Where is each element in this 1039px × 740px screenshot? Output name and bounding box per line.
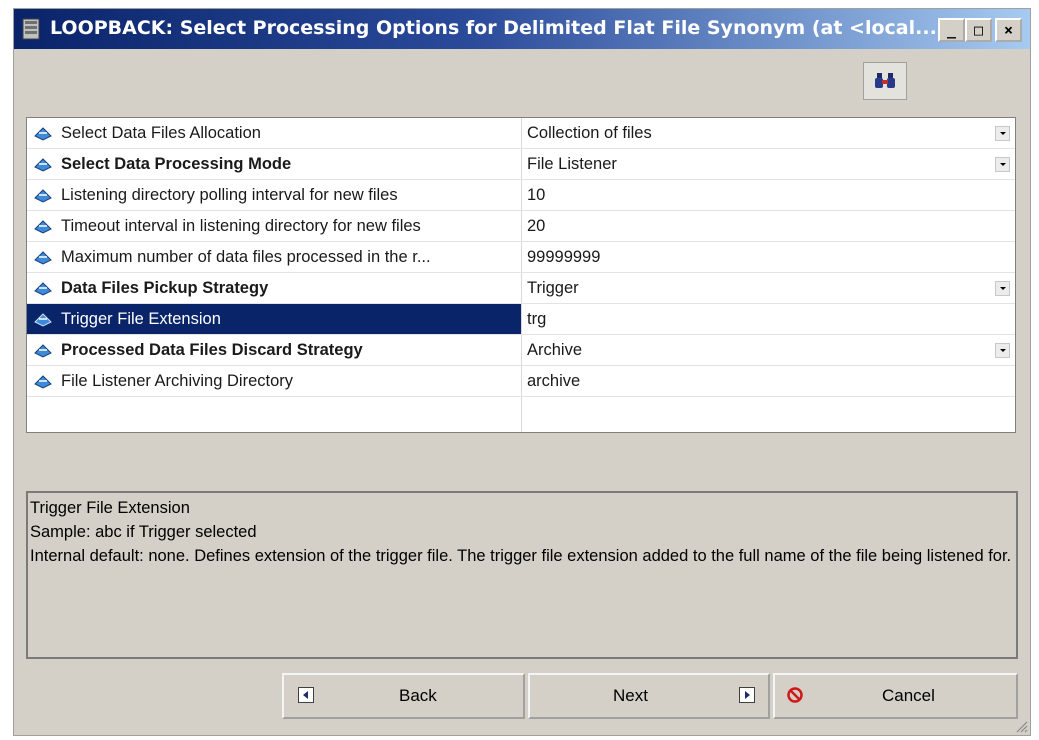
property-icon: [34, 344, 52, 358]
property-name-cell[interactable]: Timeout interval in listening directory …: [27, 211, 522, 241]
back-arrow-icon: [298, 687, 314, 703]
property-label: Select Data Files Allocation: [61, 124, 261, 142]
cancel-label: Cancel: [882, 686, 935, 705]
property-value[interactable]: 99999999: [527, 242, 993, 272]
property-label: File Listener Archiving Directory: [61, 372, 293, 390]
description-sample: Sample: abc if Trigger selected: [30, 523, 257, 541]
dropdown-arrow-icon[interactable]: [995, 157, 1010, 172]
property-icon: [34, 158, 52, 172]
property-name-cell[interactable]: Select Data Processing Mode: [27, 149, 522, 179]
dialog-window: LOOPBACK: Select Processing Options for …: [13, 8, 1031, 736]
property-icon: [34, 220, 52, 234]
property-row[interactable]: Timeout interval in listening directory …: [27, 211, 1015, 242]
property-label: Processed Data Files Discard Strategy: [61, 341, 363, 359]
property-row[interactable]: Processed Data Files Discard Strategy Ar…: [27, 335, 1015, 366]
close-button[interactable]: ×: [995, 18, 1022, 42]
property-value[interactable]: File Listener: [527, 149, 993, 179]
minimize-button[interactable]: _: [938, 18, 965, 42]
back-label: Back: [399, 686, 437, 705]
property-value[interactable]: 10: [527, 180, 993, 210]
property-label: Trigger File Extension: [61, 310, 221, 328]
window-title: LOOPBACK: Select Processing Options for …: [50, 17, 937, 39]
property-label: Listening directory polling interval for…: [61, 186, 398, 204]
property-value[interactable]: archive: [527, 366, 993, 396]
next-label: Next: [613, 686, 648, 705]
back-button[interactable]: Back: [282, 673, 525, 719]
property-label: Timeout interval in listening directory …: [61, 217, 421, 235]
property-icon: [34, 282, 52, 296]
property-row[interactable]: Select Data Processing Mode File Listene…: [27, 149, 1015, 180]
binoculars-icon: [875, 73, 895, 88]
property-name-cell[interactable]: Maximum number of data files processed i…: [27, 242, 522, 272]
property-row[interactable]: Listening directory polling interval for…: [27, 180, 1015, 211]
cancel-button[interactable]: Cancel: [773, 673, 1018, 719]
property-icon: [34, 251, 52, 265]
property-name-cell[interactable]: Data Files Pickup Strategy: [27, 273, 522, 303]
property-value[interactable]: Collection of files: [527, 118, 993, 148]
property-name-cell[interactable]: Listening directory polling interval for…: [27, 180, 522, 210]
description-panel: Trigger File Extension Sample: abc if Tr…: [26, 491, 1018, 659]
find-button[interactable]: [863, 62, 907, 100]
cancel-icon: [787, 687, 803, 703]
property-row[interactable]: Maximum number of data files processed i…: [27, 242, 1015, 273]
property-value[interactable]: Archive: [527, 335, 993, 365]
property-icon: [34, 313, 52, 327]
properties-grid: Select Data Files Allocation Collection …: [26, 117, 1016, 433]
property-icon: [34, 375, 52, 389]
database-icon: [22, 18, 40, 40]
property-label: Select Data Processing Mode: [61, 155, 292, 173]
dropdown-arrow-icon[interactable]: [995, 281, 1010, 296]
property-row-selected[interactable]: Trigger File Extension trg: [27, 304, 1015, 335]
property-value[interactable]: 20: [527, 211, 993, 241]
property-name-cell[interactable]: File Listener Archiving Directory: [27, 366, 522, 396]
empty-row: [27, 397, 1015, 432]
property-name-cell[interactable]: Select Data Files Allocation: [27, 118, 522, 148]
property-row[interactable]: Data Files Pickup Strategy Trigger: [27, 273, 1015, 304]
property-icon: [34, 127, 52, 141]
next-button[interactable]: Next: [528, 673, 770, 719]
property-row[interactable]: File Listener Archiving Directory archiv…: [27, 366, 1015, 397]
property-name-cell[interactable]: Trigger File Extension: [27, 304, 522, 334]
property-name-cell[interactable]: Processed Data Files Discard Strategy: [27, 335, 522, 365]
dropdown-arrow-icon[interactable]: [995, 126, 1010, 141]
resize-grip-icon[interactable]: [1012, 717, 1028, 733]
property-row[interactable]: Select Data Files Allocation Collection …: [27, 118, 1015, 149]
title-bar[interactable]: LOOPBACK: Select Processing Options for …: [14, 9, 1030, 49]
property-label: Maximum number of data files processed i…: [61, 248, 431, 266]
property-value[interactable]: trg: [527, 304, 993, 334]
property-label: Data Files Pickup Strategy: [61, 279, 269, 297]
property-value[interactable]: Trigger: [527, 273, 993, 303]
property-icon: [34, 189, 52, 203]
dropdown-arrow-icon[interactable]: [995, 343, 1010, 358]
maximize-button[interactable]: □: [965, 18, 992, 42]
empty-name-cell: [27, 397, 522, 432]
description-title: Trigger File Extension: [30, 499, 190, 517]
description-detail: Internal default: none. Defines extensio…: [30, 547, 1012, 565]
next-arrow-icon: [739, 687, 755, 703]
